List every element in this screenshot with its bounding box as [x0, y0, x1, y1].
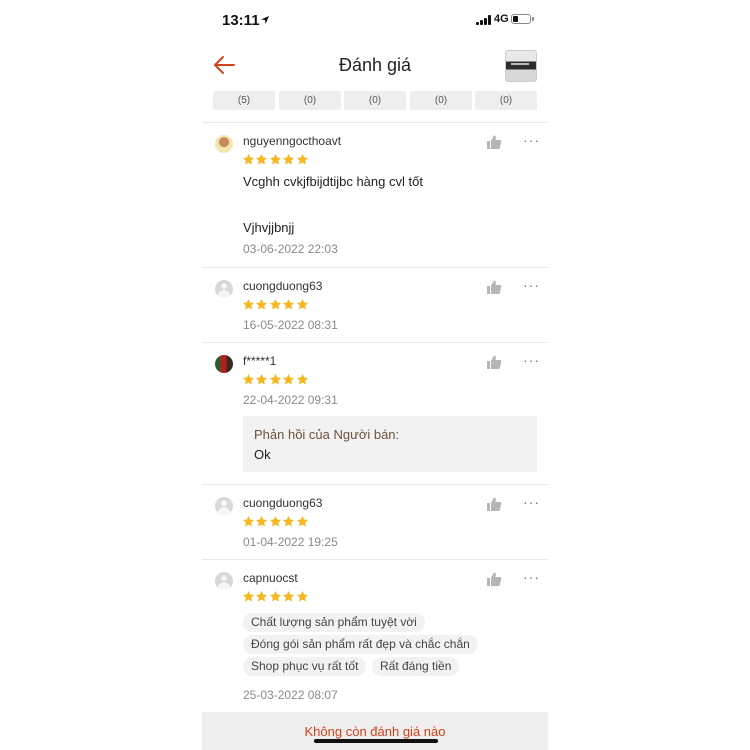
- star-rating: [242, 298, 309, 312]
- star-icon: [296, 373, 308, 385]
- filter-chip[interactable]: (0): [279, 91, 341, 110]
- review-date: 01-04-2022 19:25: [243, 535, 338, 549]
- thumbs-up-icon[interactable]: [486, 279, 502, 295]
- review-tag: Chất lượng sản phẩm tuyệt vời: [243, 613, 425, 632]
- review-comment: Vjhvjjbnjj: [243, 220, 295, 235]
- review-username: f*****1: [243, 354, 277, 368]
- review-item: cuongduong63 ··· 01-04-2022 19:25: [202, 485, 548, 559]
- star-icon: [269, 298, 281, 310]
- star-icon: [242, 590, 255, 602]
- star-icon: [269, 590, 281, 602]
- thumbs-up-icon[interactable]: [486, 354, 502, 370]
- star-icon: [256, 373, 268, 385]
- star-rating: [242, 153, 309, 167]
- product-thumbnail[interactable]: [505, 50, 537, 82]
- star-icon: [242, 153, 255, 165]
- page-title: Đánh giá: [338, 55, 412, 75]
- status-bar: 13:11 4G: [202, 0, 548, 40]
- filter-chip[interactable]: (5): [213, 91, 275, 110]
- star-icon: [283, 373, 295, 385]
- signal-icon: [476, 15, 492, 25]
- end-of-reviews-banner: Không còn đánh giá nào: [202, 712, 548, 750]
- seller-reply: Phản hồi của Người bán: Ok: [243, 416, 537, 472]
- avatar[interactable]: [215, 280, 233, 298]
- review-tag: Shop phục vụ rất tốt: [243, 657, 367, 676]
- filter-chip[interactable]: (0): [344, 91, 406, 110]
- review-date: 22-04-2022 09:31: [243, 393, 338, 407]
- review-item: capnuocst ··· Chất lượng sản phẩm tuyệt …: [202, 560, 548, 712]
- star-icon: [256, 153, 268, 165]
- star-icon: [283, 590, 295, 602]
- star-icon: [269, 153, 281, 165]
- star-icon: [296, 590, 308, 602]
- review-username: cuongduong63: [243, 279, 323, 293]
- avatar[interactable]: [215, 135, 233, 153]
- star-icon: [242, 298, 255, 310]
- star-icon: [283, 298, 295, 310]
- review-tag: Đóng gói sản phẩm rất đẹp và chắc chắn: [243, 635, 478, 654]
- review-item: f*****1 ··· 22-04-2022 09:31 Phản hồi củ…: [202, 343, 548, 484]
- more-options-icon[interactable]: ···: [523, 495, 539, 509]
- star-icon: [269, 515, 281, 527]
- star-icon: [242, 515, 255, 527]
- review-date: 25-03-2022 08:07: [243, 688, 338, 702]
- thumbs-up-icon[interactable]: [486, 571, 502, 587]
- star-icon: [256, 590, 268, 602]
- avatar[interactable]: [215, 355, 233, 373]
- star-icon: [269, 373, 281, 385]
- star-icon: [283, 515, 295, 527]
- star-icon: [242, 373, 255, 385]
- review-comment: Vcghh cvkjfbijdtijbc hàng cvl tốt: [243, 174, 423, 189]
- avatar[interactable]: [215, 497, 233, 515]
- battery-icon: [511, 14, 534, 24]
- thumbs-up-icon[interactable]: [486, 134, 502, 150]
- star-icon: [296, 153, 308, 165]
- review-item: nguyenngocthoavt ··· Vcghh cvkjfbijdtijb…: [202, 123, 548, 267]
- header: Đánh giá: [202, 44, 548, 88]
- filter-chip[interactable]: (0): [475, 91, 537, 110]
- rating-filter-bar: (5) (0) (0) (0) (0): [213, 91, 539, 111]
- review-date: 03-06-2022 22:03: [243, 242, 338, 256]
- status-time: 13:11: [222, 12, 260, 29]
- filter-chip[interactable]: (0): [410, 91, 472, 110]
- star-rating: [242, 515, 309, 529]
- network-type: 4G: [494, 13, 509, 25]
- star-icon: [296, 515, 308, 527]
- thumbs-up-icon[interactable]: [486, 496, 502, 512]
- review-username: nguyenngocthoavt: [243, 134, 342, 148]
- star-icon: [256, 515, 268, 527]
- more-options-icon[interactable]: ···: [523, 133, 539, 147]
- star-icon: [256, 298, 268, 310]
- star-rating: [242, 373, 309, 387]
- more-options-icon[interactable]: ···: [523, 278, 539, 292]
- location-arrow-icon: [261, 16, 269, 24]
- seller-reply-title: Phản hồi của Người bán:: [254, 427, 400, 442]
- review-tag: Rất đáng tiền: [372, 657, 460, 676]
- review-username: capnuocst: [243, 571, 298, 585]
- avatar[interactable]: [215, 572, 233, 590]
- home-indicator[interactable]: [314, 739, 438, 743]
- more-options-icon[interactable]: ···: [523, 570, 539, 584]
- reviews-screen: 13:11 4G Đánh giá (5) (0) (0) (0) (0) ng…: [202, 0, 548, 750]
- more-options-icon[interactable]: ···: [523, 353, 539, 367]
- seller-reply-text: Ok: [254, 447, 271, 462]
- star-icon: [283, 153, 295, 165]
- review-item: cuongduong63 ··· 16-05-2022 08:31: [202, 268, 548, 342]
- star-icon: [296, 298, 308, 310]
- review-username: cuongduong63: [243, 496, 323, 510]
- review-date: 16-05-2022 08:31: [243, 318, 338, 332]
- end-of-reviews-text: Không còn đánh giá nào: [304, 724, 446, 739]
- star-rating: [242, 590, 309, 604]
